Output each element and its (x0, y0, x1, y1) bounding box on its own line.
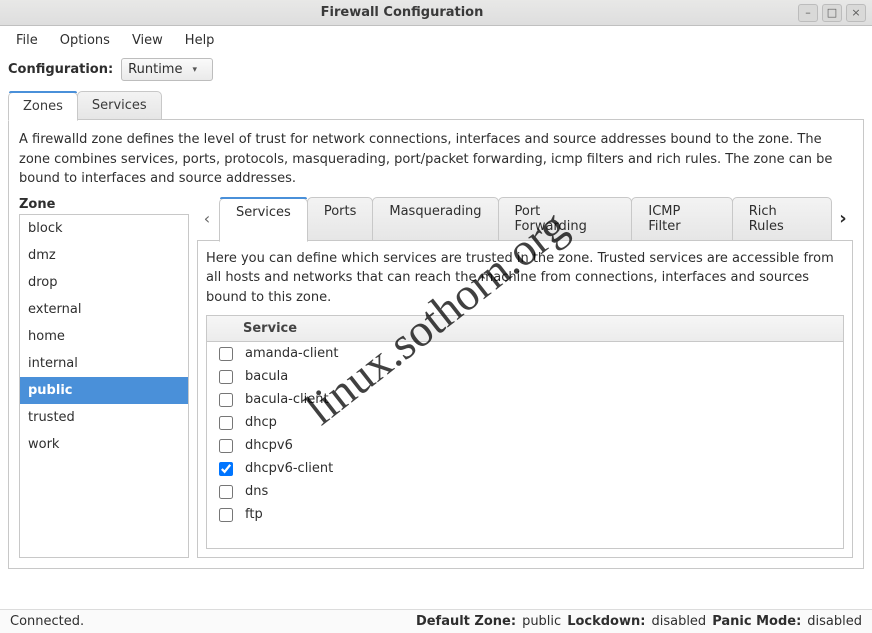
status-default-zone-label: Default Zone: (416, 614, 516, 629)
menu-options[interactable]: Options (50, 29, 120, 52)
zone-item-external[interactable]: external (20, 296, 188, 323)
service-label: dns (245, 484, 268, 499)
zone-description: A firewalld zone defines the level of tr… (19, 130, 853, 189)
zone-item-internal[interactable]: internal (20, 350, 188, 377)
tab-scroll-right-icon[interactable]: › (833, 208, 853, 229)
service-table-body[interactable]: amanda-client bacula bacula-client dhcp dhcp… (207, 342, 843, 548)
inner-tab-rich-rules[interactable]: Rich Rules (732, 197, 832, 241)
service-checkbox-dhcpv6[interactable] (219, 439, 233, 453)
menubar: File Options View Help (0, 26, 872, 54)
inner-tab-services[interactable]: Services (219, 198, 308, 242)
service-row-dhcpv6[interactable]: dhcpv6 (207, 434, 843, 457)
tab-services[interactable]: Services (77, 91, 162, 120)
service-label: dhcpv6-client (245, 461, 333, 476)
menu-help[interactable]: Help (175, 29, 225, 52)
service-label: dhcpv6 (245, 438, 293, 453)
service-label: amanda-client (245, 346, 338, 361)
status-connection: Connected. (10, 614, 416, 629)
tab-zones[interactable]: Zones (8, 92, 78, 121)
service-checkbox-bacula[interactable] (219, 370, 233, 384)
service-label: dhcp (245, 415, 277, 430)
service-label: ftp (245, 507, 263, 522)
inner-tab-row: ‹ Services Ports Masquerading Port Forwa… (197, 197, 853, 241)
inner-tab-ports[interactable]: Ports (307, 197, 374, 241)
services-panel: Here you can define which services are t… (197, 240, 853, 558)
zone-item-block[interactable]: block (20, 215, 188, 242)
zone-column: Zone blockdmzdropexternalhomeinternalpub… (19, 197, 189, 558)
service-row-bacula-client[interactable]: bacula-client (207, 388, 843, 411)
service-row-ftp[interactable]: ftp (207, 503, 843, 526)
service-checkbox-ftp[interactable] (219, 508, 233, 522)
window-title: Firewall Configuration (6, 5, 798, 20)
configuration-row: Configuration: Runtime ▾ (0, 54, 872, 91)
maximize-button[interactable]: □ (822, 4, 842, 22)
status-panic-value: disabled (807, 614, 862, 629)
service-row-bacula[interactable]: bacula (207, 365, 843, 388)
service-checkbox-dhcp[interactable] (219, 416, 233, 430)
zone-item-work[interactable]: work (20, 431, 188, 458)
zone-item-home[interactable]: home (20, 323, 188, 350)
services-description: Here you can define which services are t… (206, 249, 844, 308)
service-checkbox-bacula-client[interactable] (219, 393, 233, 407)
zone-list[interactable]: blockdmzdropexternalhomeinternalpublictr… (19, 214, 189, 558)
zone-item-dmz[interactable]: dmz (20, 242, 188, 269)
chevron-down-icon: ▾ (192, 65, 197, 75)
service-row-amanda-client[interactable]: amanda-client (207, 342, 843, 365)
window-controls: – □ × (798, 4, 866, 22)
service-column-header: Service (243, 321, 297, 336)
zone-detail-column: ‹ Services Ports Masquerading Port Forwa… (197, 197, 853, 558)
status-panic-label: Panic Mode: (712, 614, 801, 629)
outer-tab-row: Zones Services (8, 91, 864, 120)
service-row-dhcp[interactable]: dhcp (207, 411, 843, 434)
inner-tab-icmp-filter[interactable]: ICMP Filter (631, 197, 732, 241)
status-default-zone-value: public (522, 614, 561, 629)
configuration-select[interactable]: Runtime ▾ (121, 58, 213, 81)
service-table: Service amanda-client bacula bacula-client… (206, 315, 844, 549)
service-label: bacula (245, 369, 288, 384)
menu-view[interactable]: View (122, 29, 173, 52)
zone-item-trusted[interactable]: trusted (20, 404, 188, 431)
status-lockdown-value: disabled (651, 614, 706, 629)
zone-item-public[interactable]: public (20, 377, 188, 404)
service-label: bacula-client (245, 392, 329, 407)
service-checkbox-amanda-client[interactable] (219, 347, 233, 361)
service-table-header: Service (207, 316, 843, 342)
service-row-dhcpv6-client[interactable]: dhcpv6-client (207, 457, 843, 480)
titlebar: Firewall Configuration – □ × (0, 0, 872, 26)
statusbar: Connected. Default Zone: public Lockdown… (0, 609, 872, 633)
service-checkbox-dns[interactable] (219, 485, 233, 499)
close-button[interactable]: × (846, 4, 866, 22)
tab-scroll-left-icon[interactable]: ‹ (197, 209, 217, 228)
configuration-value: Runtime (128, 62, 182, 77)
menu-file[interactable]: File (6, 29, 48, 52)
zone-item-drop[interactable]: drop (20, 269, 188, 296)
inner-tab-port-forwarding[interactable]: Port Forwarding (498, 197, 633, 241)
service-checkbox-dhcpv6-client[interactable] (219, 462, 233, 476)
zones-panel: A firewalld zone defines the level of tr… (8, 119, 864, 569)
configuration-label: Configuration: (8, 62, 113, 77)
inner-tab-masquerading[interactable]: Masquerading (372, 197, 498, 241)
minimize-button[interactable]: – (798, 4, 818, 22)
service-row-dns[interactable]: dns (207, 480, 843, 503)
zone-list-label: Zone (19, 197, 189, 212)
status-lockdown-label: Lockdown: (567, 614, 645, 629)
